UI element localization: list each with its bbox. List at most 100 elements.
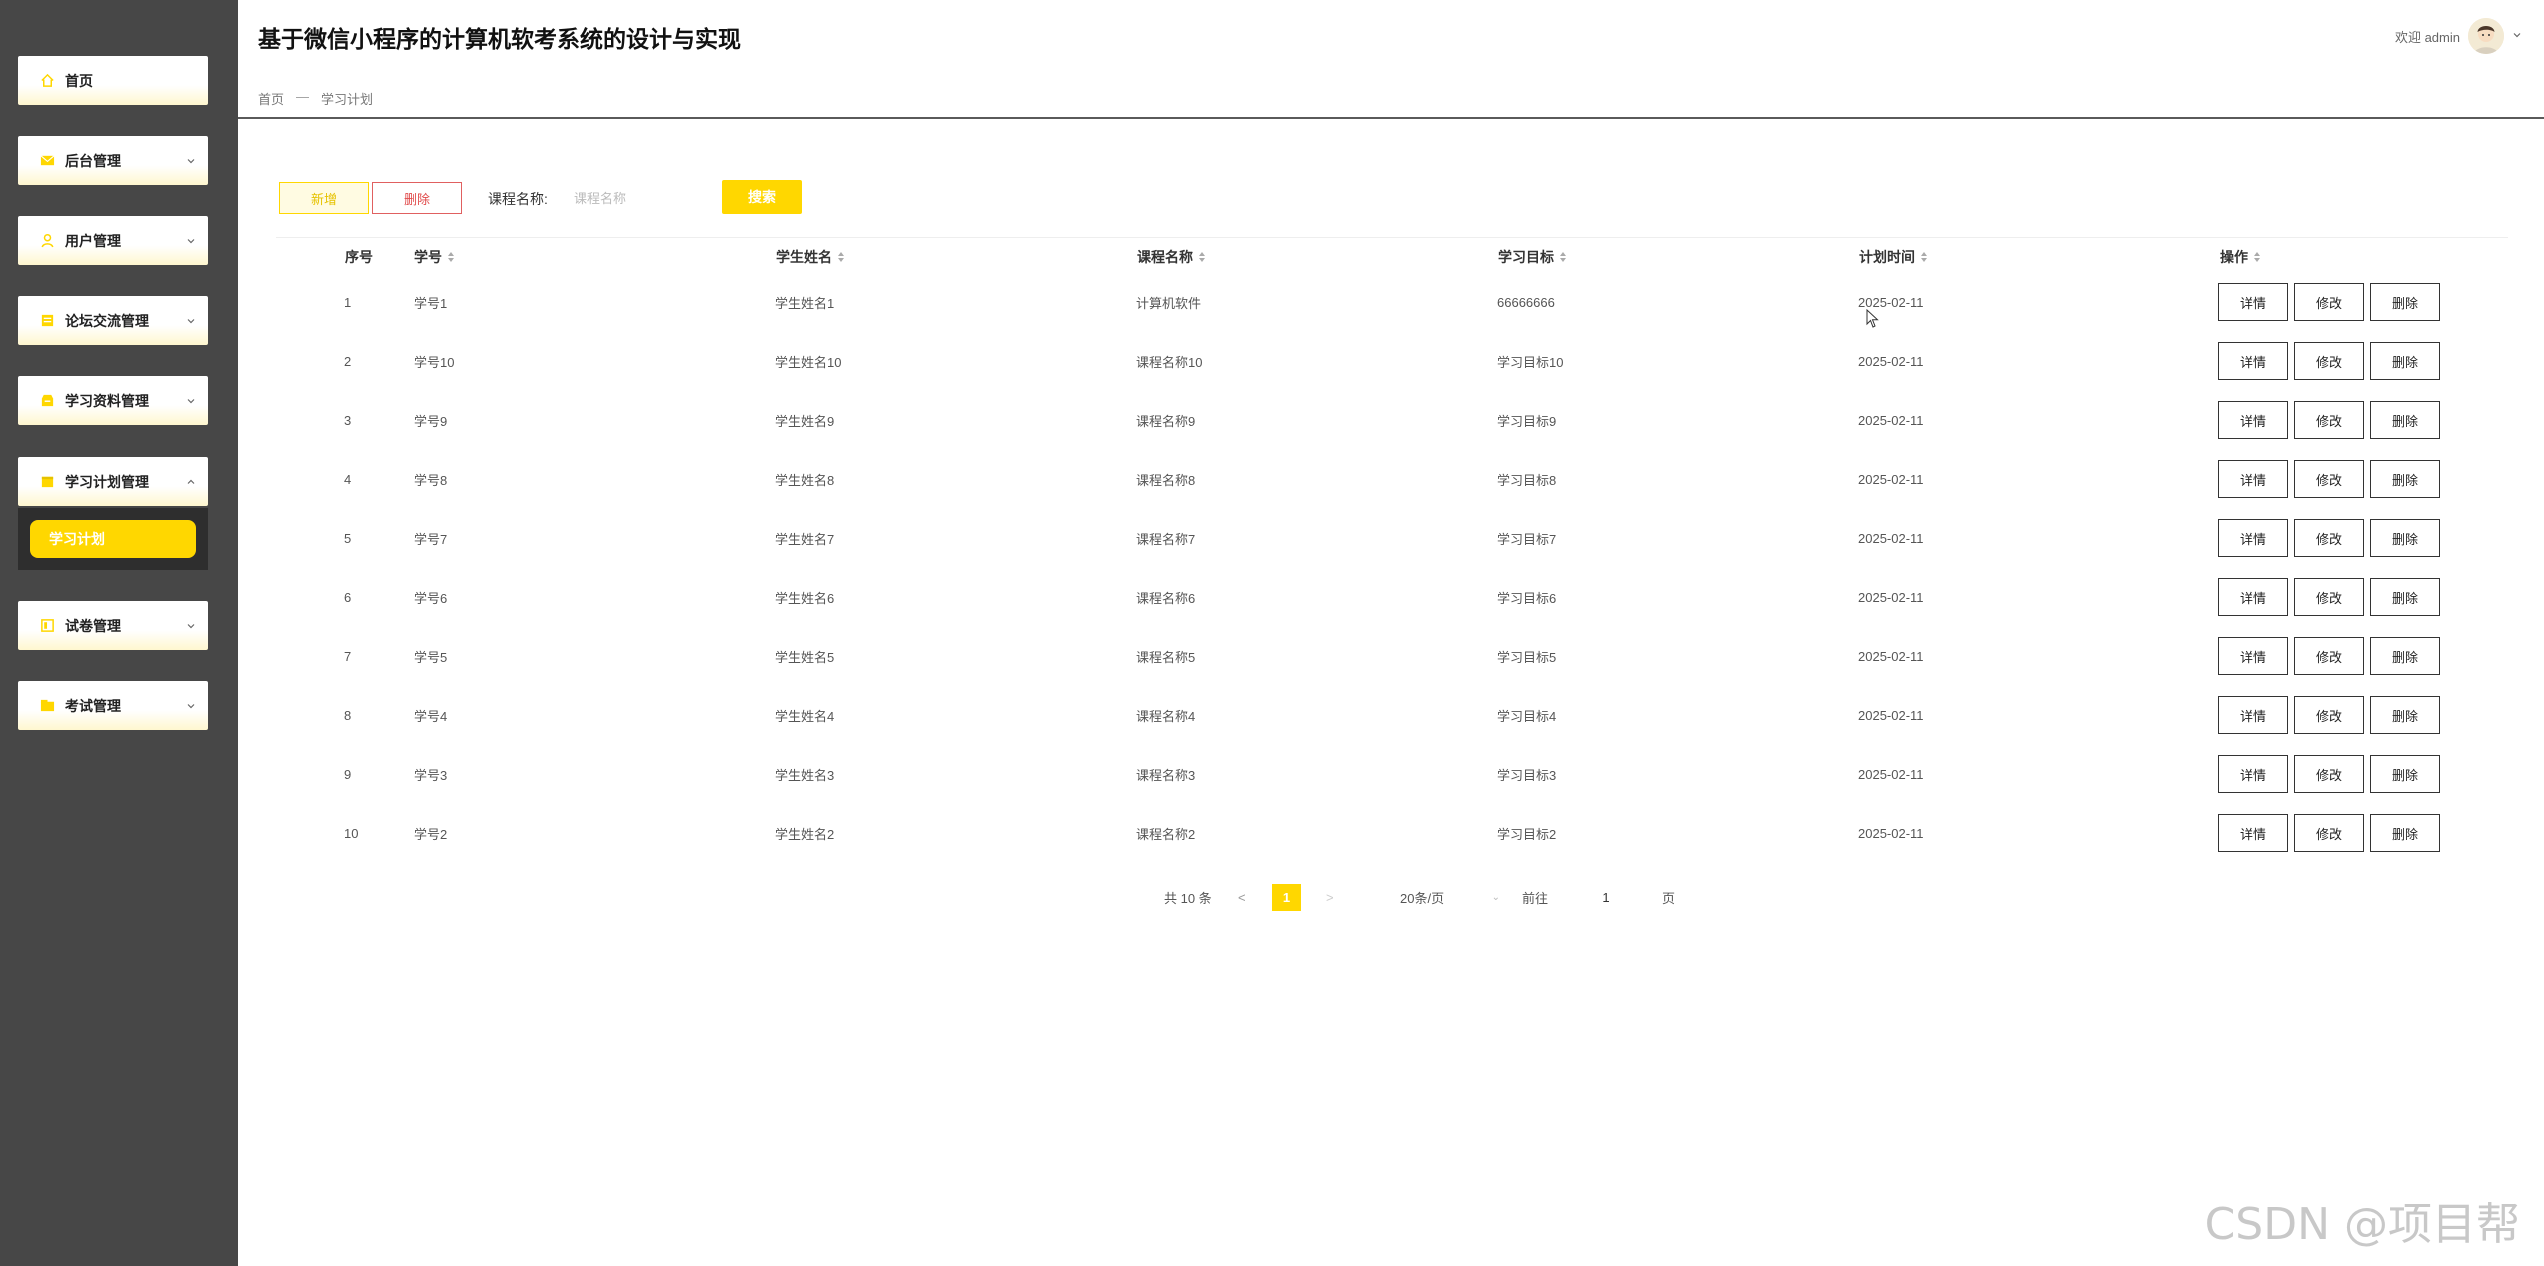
- column-header-student-id: 学号: [414, 247, 454, 267]
- cell-index: 4: [344, 472, 352, 487]
- sidebar-item-backend[interactable]: 后台管理: [18, 136, 208, 185]
- cell-index: 2: [344, 354, 352, 369]
- add-button[interactable]: 新增: [279, 182, 369, 214]
- detail-button[interactable]: 详情: [2218, 401, 2288, 439]
- edit-button[interactable]: 修改: [2294, 637, 2364, 675]
- column-header-index: 序号: [345, 247, 373, 267]
- user-icon: [40, 233, 55, 248]
- edit-button[interactable]: 修改: [2294, 283, 2364, 321]
- cell-student-id: 学号2: [414, 827, 448, 842]
- cell-index: 7: [344, 649, 352, 664]
- user-menu[interactable]: 欢迎 admin: [2395, 18, 2522, 54]
- row-delete-button[interactable]: 删除: [2370, 401, 2440, 439]
- sidebar: 首页 后台管理 用户管理 论坛交流管理 学习资料管理 学习计划管理 学习计划 试…: [0, 0, 238, 1266]
- row-delete-button[interactable]: 删除: [2370, 755, 2440, 793]
- edit-button[interactable]: 修改: [2294, 578, 2364, 616]
- cell-plan-time: 2025-02-11: [1858, 472, 1924, 487]
- sidebar-item-label: 用户管理: [65, 232, 121, 249]
- cell-student-name: 学生姓名5: [775, 650, 835, 665]
- row-delete-button[interactable]: 删除: [2370, 283, 2440, 321]
- sort-icon[interactable]: [1921, 252, 1927, 262]
- column-header-label: 计划时间: [1859, 249, 1915, 265]
- cell-goal: 学习目标3: [1497, 768, 1557, 783]
- sidebar-item-label: 首页: [65, 72, 93, 89]
- column-header-label: 学号: [414, 249, 442, 265]
- detail-button[interactable]: 详情: [2218, 814, 2288, 852]
- sidebar-item-study-plan[interactable]: 学习计划管理: [18, 457, 208, 506]
- cell-student-id: 学号5: [414, 650, 448, 665]
- column-header-label: 学生姓名: [776, 249, 832, 265]
- cell-plan-time: 2025-02-11: [1858, 590, 1924, 605]
- sort-icon[interactable]: [838, 252, 844, 262]
- sidebar-item-home[interactable]: 首页: [18, 56, 208, 105]
- chevron-down-icon: [186, 621, 196, 631]
- sidebar-item-exams[interactable]: 考试管理: [18, 681, 208, 730]
- cell-student-id: 学号1: [414, 296, 448, 311]
- row-delete-button[interactable]: 删除: [2370, 460, 2440, 498]
- detail-button[interactable]: 详情: [2218, 519, 2288, 557]
- sidebar-item-materials[interactable]: 学习资料管理: [18, 376, 208, 425]
- row-delete-button[interactable]: 删除: [2370, 578, 2440, 616]
- cell-goal: 学习目标4: [1497, 709, 1557, 724]
- detail-button[interactable]: 详情: [2218, 342, 2288, 380]
- cell-course-name: 课程名称4: [1136, 709, 1196, 724]
- submenu-item-study-plan[interactable]: 学习计划: [30, 520, 196, 558]
- breadcrumb: 首页 — 学习计划: [258, 89, 373, 108]
- cell-course-name: 课程名称10: [1136, 355, 1203, 370]
- cell-student-name: 学生姓名4: [775, 709, 835, 724]
- cell-course-name: 课程名称6: [1136, 591, 1196, 606]
- breadcrumb-separator: —: [296, 89, 310, 104]
- cell-student-id: 学号9: [414, 414, 448, 429]
- sort-icon[interactable]: [448, 252, 454, 262]
- row-delete-button[interactable]: 删除: [2370, 519, 2440, 557]
- page-size-select[interactable]: 20条/页 ⌄: [1384, 884, 1500, 910]
- cell-student-name: 学生姓名8: [775, 473, 835, 488]
- page-number-current[interactable]: 1: [1272, 884, 1301, 911]
- next-page-button[interactable]: >: [1326, 884, 1334, 910]
- edit-button[interactable]: 修改: [2294, 755, 2364, 793]
- table-row: 3 学号9 学生姓名9 课程名称9 学习目标9 2025-02-11 详情 修改…: [276, 391, 2508, 450]
- detail-button[interactable]: 详情: [2218, 755, 2288, 793]
- prev-page-button[interactable]: <: [1238, 884, 1246, 910]
- detail-button[interactable]: 详情: [2218, 696, 2288, 734]
- edit-button[interactable]: 修改: [2294, 696, 2364, 734]
- sort-icon[interactable]: [1199, 252, 1205, 262]
- table-row: 10 学号2 学生姓名2 课程名称2 学习目标2 2025-02-11 详情 修…: [276, 804, 2508, 863]
- sidebar-item-users[interactable]: 用户管理: [18, 216, 208, 265]
- cell-index: 8: [344, 708, 352, 723]
- delete-button[interactable]: 删除: [372, 182, 462, 214]
- sidebar-item-forum[interactable]: 论坛交流管理: [18, 296, 208, 345]
- detail-button[interactable]: 详情: [2218, 283, 2288, 321]
- edit-button[interactable]: 修改: [2294, 460, 2364, 498]
- welcome-text: 欢迎 admin: [2394, 29, 2460, 45]
- detail-button[interactable]: 详情: [2218, 637, 2288, 675]
- edit-button[interactable]: 修改: [2294, 814, 2364, 852]
- row-delete-button[interactable]: 删除: [2370, 696, 2440, 734]
- page-title: 基于微信小程序的计算机软考系统的设计与实现: [258, 26, 741, 52]
- goto-page-input[interactable]: 1: [1572, 884, 1640, 910]
- edit-button[interactable]: 修改: [2294, 519, 2364, 557]
- breadcrumb-home[interactable]: 首页: [258, 89, 284, 108]
- sidebar-item-papers[interactable]: 试卷管理: [18, 601, 208, 650]
- detail-button[interactable]: 详情: [2218, 460, 2288, 498]
- column-header-actions: 操作: [2220, 247, 2260, 267]
- avatar[interactable]: [2468, 18, 2504, 54]
- sort-icon[interactable]: [1560, 252, 1566, 262]
- cell-course-name: 课程名称7: [1136, 532, 1196, 547]
- edit-button[interactable]: 修改: [2294, 401, 2364, 439]
- course-name-search-input[interactable]: [562, 182, 706, 214]
- table-row: 7 学号5 学生姓名5 课程名称5 学习目标5 2025-02-11 详情 修改…: [276, 627, 2508, 686]
- cell-goal: 学习目标6: [1497, 591, 1557, 606]
- row-delete-button[interactable]: 删除: [2370, 637, 2440, 675]
- sidebar-item-label: 考试管理: [65, 697, 121, 714]
- sort-icon[interactable]: [2254, 252, 2260, 262]
- cell-student-name: 学生姓名3: [775, 768, 835, 783]
- detail-button[interactable]: 详情: [2218, 578, 2288, 616]
- chevron-down-icon[interactable]: [2512, 27, 2522, 45]
- row-delete-button[interactable]: 删除: [2370, 814, 2440, 852]
- search-button[interactable]: 搜索: [722, 180, 802, 214]
- cell-index: 6: [344, 590, 352, 605]
- sidebar-item-label: 学习资料管理: [65, 392, 149, 409]
- edit-button[interactable]: 修改: [2294, 342, 2364, 380]
- row-delete-button[interactable]: 删除: [2370, 342, 2440, 380]
